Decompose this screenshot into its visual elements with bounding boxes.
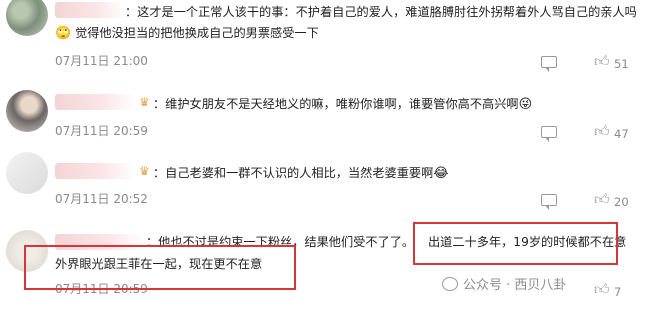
emoji-icon: 😂: [433, 166, 449, 181]
highlight-box: [24, 245, 296, 290]
like-count: 7: [614, 285, 622, 299]
comment-time: 07月11日 20:52: [55, 192, 148, 206]
comment-text-line: ：这才是一个正常人该干的事：不护着自己的爱人，难道胳膊肘往外拐帮着外人骂自己的亲…: [125, 5, 637, 19]
thumbs-up-icon[interactable]: 👍︎: [594, 190, 610, 209]
comment-bubble-icon[interactable]: [541, 194, 557, 210]
watermark: 公众号 · 西贝八卦: [442, 274, 566, 293]
highlight-box: [413, 222, 618, 265]
vip-badge-icon: ♛: [139, 95, 150, 109]
comment-bubble-icon[interactable]: [541, 56, 557, 72]
watermark-text: 公众号 · 西贝八卦: [463, 278, 567, 293]
commenter-name[interactable]: [55, 163, 135, 179]
comment-text: ：这才是一个正常人该干的事：不护着自己的爱人，难道胳膊肘往外拐帮着外人骂自己的亲…: [55, 2, 637, 44]
wechat-icon: [442, 277, 458, 291]
like-count: 20: [614, 195, 629, 209]
avatar[interactable]: [6, 90, 48, 132]
comment-text-line: ：自己老婆和一群不认识的人相比，当然老婆重要啊: [153, 166, 434, 180]
avatar[interactable]: [6, 152, 48, 194]
vip-badge-icon: ♛: [139, 164, 150, 178]
like-count: 51: [614, 57, 629, 71]
emoji-icon: 😜: [518, 97, 533, 112]
comment-text-line: 觉得他没担当的把他换成自己的男票感受一下: [75, 26, 319, 40]
thumbs-up-icon[interactable]: 👍︎: [594, 280, 610, 299]
like-count: 47: [614, 127, 629, 141]
comment-time: 07月11日 21:00: [55, 54, 148, 68]
comment-time: 07月11日 20:59: [55, 124, 148, 138]
comment-text-line: ：维护女朋友不是天经地义的嘛，唯粉你谁啊，谁要管你高不高兴啊: [153, 97, 519, 111]
comment-text: ：自己老婆和一群不认识的人相比，当然老婆重要啊😂: [153, 163, 615, 184]
emoji-icon: 🙄: [55, 26, 72, 41]
comment-text: ：维护女朋友不是天经地义的嘛，唯粉你谁啊，谁要管你高不高兴啊😜: [153, 94, 615, 115]
thumbs-up-icon[interactable]: 👍︎: [594, 122, 610, 141]
commenter-name[interactable]: [55, 94, 135, 110]
comment-bubble-icon[interactable]: [541, 126, 557, 142]
thumbs-up-icon[interactable]: 👍︎: [594, 52, 610, 71]
avatar[interactable]: [6, 0, 48, 36]
